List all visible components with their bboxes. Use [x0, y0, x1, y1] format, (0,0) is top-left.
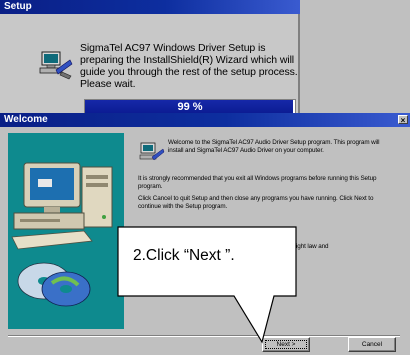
- welcome-warning-text: program, or any civil penalties, and the…: [138, 275, 296, 282]
- computer-cd-illustration: [11, 162, 113, 307]
- setup-computer-icon: [39, 51, 73, 80]
- callout-text: 2.Click “Next ”.: [133, 247, 235, 264]
- wizard-illustration-panel: [8, 133, 124, 329]
- welcome-copyright-fragment: right law and: [294, 243, 329, 250]
- button-divider: [8, 335, 400, 337]
- setup-title: Setup: [4, 1, 32, 12]
- setup-computer-icon-small: [139, 142, 165, 161]
- welcome-instruction-text: Click Cancel to quit Setup and then clos…: [138, 195, 374, 210]
- welcome-dialog: Welcome to the SigmaTel AC97 Audio Drive…: [0, 127, 410, 355]
- cancel-button[interactable]: Cancel: [348, 337, 396, 352]
- welcome-title-bar[interactable]: Welcome ×: [0, 113, 410, 127]
- welcome-recommend-text: It is strongly recommended that you exit…: [138, 175, 377, 190]
- setup-dialog: SigmaTel AC97 Windows Driver Setup is pr…: [0, 14, 300, 122]
- next-button[interactable]: Next >: [262, 337, 310, 352]
- setup-message: SigmaTel AC97 Windows Driver Setup is pr…: [80, 42, 298, 90]
- setup-title-bar[interactable]: Setup: [0, 0, 300, 14]
- close-button[interactable]: ×: [398, 115, 408, 125]
- welcome-intro-text: Welcome to the SigmaTel AC97 Audio Drive…: [168, 139, 380, 154]
- welcome-title: Welcome: [4, 114, 48, 125]
